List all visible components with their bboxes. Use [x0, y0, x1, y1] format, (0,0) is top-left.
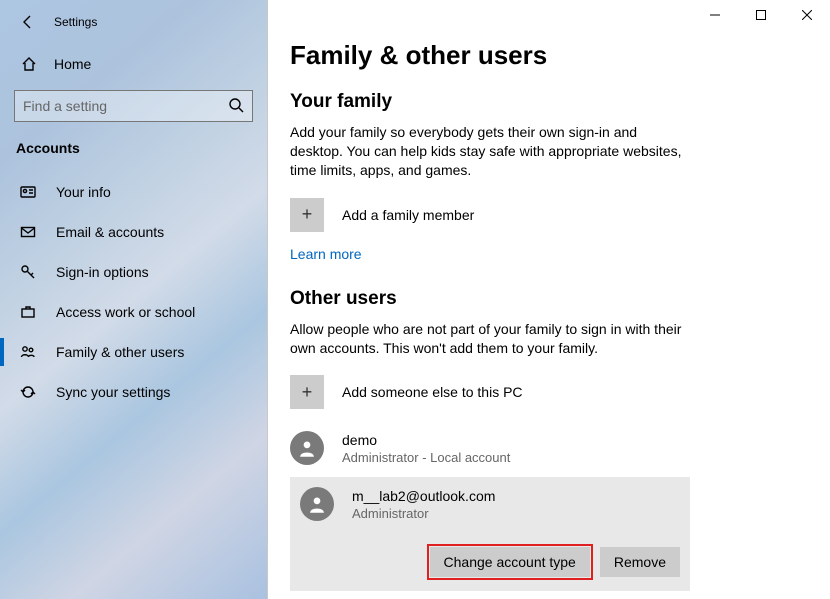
- selected-user-panel: m__lab2@outlook.com Administrator Change…: [290, 477, 690, 591]
- nav-home[interactable]: Home: [0, 46, 267, 82]
- add-family-member-button[interactable]: + Add a family member: [290, 198, 806, 232]
- nav-email-accounts[interactable]: Email & accounts: [0, 212, 267, 252]
- plus-icon: +: [290, 375, 324, 409]
- section-other-users-heading: Other users: [290, 288, 806, 310]
- section-your-family-heading: Your family: [290, 91, 806, 113]
- search-box[interactable]: [14, 90, 253, 122]
- remove-button[interactable]: Remove: [600, 547, 680, 577]
- person-card-icon: [18, 184, 38, 200]
- nav-signin-options[interactable]: Sign-in options: [0, 252, 267, 292]
- people-icon: [18, 344, 38, 360]
- section-other-users-desc: Allow people who are not part of your fa…: [290, 320, 690, 358]
- user-name: m__lab2@outlook.com: [352, 488, 495, 504]
- avatar-icon: [300, 487, 334, 521]
- window-minimize-button[interactable]: [692, 0, 738, 30]
- nav-home-label: Home: [40, 56, 91, 72]
- window-title: Settings: [48, 15, 97, 29]
- add-family-member-label: Add a family member: [342, 207, 474, 223]
- page-title: Family & other users: [290, 40, 806, 71]
- sidebar-section-header: Accounts: [0, 126, 267, 162]
- search-input[interactable]: [23, 98, 228, 114]
- user-name: demo: [342, 432, 510, 448]
- learn-more-link[interactable]: Learn more: [290, 246, 362, 262]
- user-role: Administrator - Local account: [342, 450, 510, 465]
- search-icon: [228, 97, 244, 116]
- back-button[interactable]: [8, 2, 48, 42]
- window-maximize-button[interactable]: [738, 0, 784, 30]
- plus-icon: +: [290, 198, 324, 232]
- user-row[interactable]: demo Administrator - Local account: [290, 423, 690, 473]
- user-row[interactable]: m__lab2@outlook.com Administrator: [300, 485, 680, 529]
- avatar-icon: [290, 431, 324, 465]
- nav-access-work-school[interactable]: Access work or school: [0, 292, 267, 332]
- add-someone-else-label: Add someone else to this PC: [342, 384, 523, 400]
- section-your-family-desc: Add your family so everybody gets their …: [290, 123, 690, 180]
- change-account-type-button[interactable]: Change account type: [430, 547, 590, 577]
- key-icon: [18, 264, 38, 280]
- nav-family-other-users[interactable]: Family & other users: [0, 332, 267, 372]
- user-role: Administrator: [352, 506, 495, 521]
- home-icon: [18, 56, 40, 72]
- nav-sync-settings[interactable]: Sync your settings: [0, 372, 267, 412]
- window-close-button[interactable]: [784, 0, 830, 30]
- mail-icon: [18, 224, 38, 240]
- nav-your-info[interactable]: Your info: [0, 172, 267, 212]
- briefcase-icon: [18, 304, 38, 320]
- add-someone-else-button[interactable]: + Add someone else to this PC: [290, 375, 806, 409]
- sync-icon: [18, 384, 38, 400]
